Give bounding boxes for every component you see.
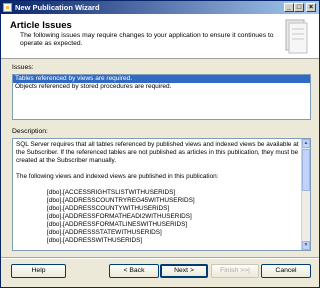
next-button[interactable]: Next > (160, 264, 208, 278)
minimize-button[interactable]: _ (284, 3, 294, 12)
help-button[interactable]: Help (11, 264, 66, 278)
cancel-button[interactable]: Cancel (261, 264, 311, 278)
list-item: [dbo].[ACCESSRIGHTSLISTWITHUSERIDS] (47, 189, 176, 196)
wizard-graphic-icon (285, 19, 308, 54)
issues-list[interactable]: Tables referenced by views are required.… (12, 74, 311, 120)
description-box[interactable]: SQL Server requires that all tables refe… (12, 138, 311, 251)
list-item: [dbo].[ADDRESSFORMATHEADI2WITHUSERIDS] (47, 213, 192, 220)
button-separator (1, 257, 319, 259)
app-icon (3, 3, 12, 12)
wizard-header: Article Issues The following issues may … (1, 14, 319, 59)
list-item: [dbo].[ADDRESSWITHUSERIDS] (47, 237, 143, 244)
page-description: The following issues may require changes… (20, 32, 274, 47)
close-button[interactable]: × (306, 3, 316, 12)
issues-label: Issues: (12, 64, 34, 71)
window-title: New Publication Wizard (15, 3, 100, 12)
scroll-thumb[interactable] (302, 149, 310, 191)
description-label: Description: (12, 128, 48, 135)
finish-button[interactable]: Finish >>| (211, 264, 259, 278)
description-paragraph-1: SQL Server requires that all tables refe… (16, 141, 299, 164)
description-paragraph-2: The following views and indexed views ar… (16, 173, 219, 180)
list-item: [dbo].[ADDRESSCOUNTRYREG45WITHUSERIDS] (47, 197, 195, 204)
description-scrollbar[interactable]: ▲ ▼ (301, 139, 310, 250)
published-views-list: [dbo].[ACCESSRIGHTSLISTWITHUSERIDS] [dbo… (16, 189, 299, 245)
issue-item-stored-procedures[interactable]: Objects referenced by stored procedures … (13, 83, 310, 91)
page-title: Article Issues (10, 20, 72, 31)
list-item: [dbo].[ADDRESSSTATEWITHUSERIDS] (47, 229, 162, 236)
maximize-button[interactable]: □ (294, 3, 304, 12)
list-item: [dbo].[ADDRESSFORMATLINESWITHUSERIDS] (47, 221, 188, 228)
scroll-up-arrow-icon[interactable]: ▲ (302, 139, 310, 148)
scroll-down-arrow-icon[interactable]: ▼ (302, 241, 310, 250)
title-bar[interactable]: New Publication Wizard _ □ × (1, 1, 319, 14)
description-text: SQL Server requires that all tables refe… (16, 141, 299, 245)
back-button[interactable]: < Back (109, 264, 159, 278)
list-item: [dbo].[ADDRESSCOUNTYWITHUSERIDS] (47, 205, 170, 212)
wizard-window: New Publication Wizard _ □ × Article Iss… (0, 0, 320, 288)
issue-item-tables-views[interactable]: Tables referenced by views are required. (13, 75, 310, 83)
